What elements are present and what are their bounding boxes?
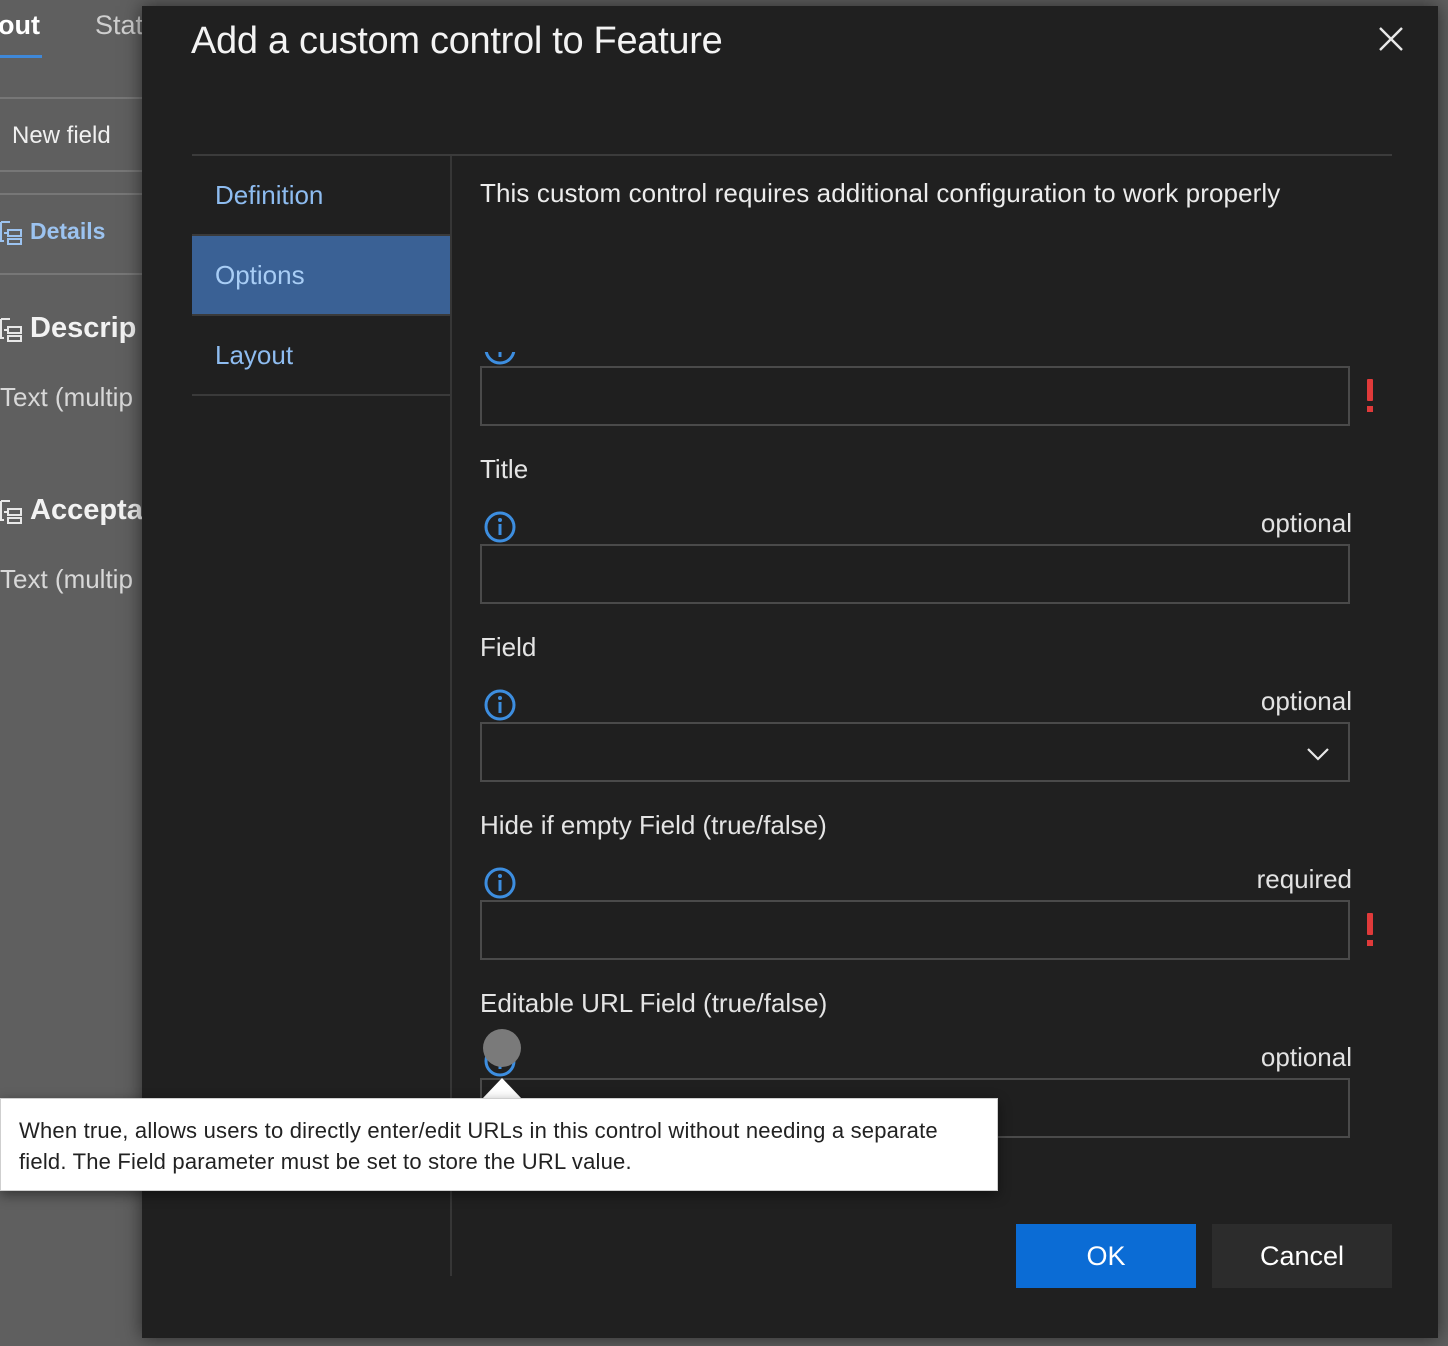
status-optional: optional (1260, 1042, 1352, 1072)
field-group-icon (0, 317, 22, 342)
tab-options[interactable]: Options (192, 236, 450, 316)
config-message: This custom control requires additional … (480, 178, 1281, 208)
bg-details-label: Details (30, 218, 106, 244)
text-input[interactable] (480, 366, 1350, 426)
cancel-button[interactable]: Cancel (1212, 1224, 1392, 1288)
info-tooltip: When true, allows users to directly ente… (0, 1098, 998, 1191)
bg-field-type: Text (multip (0, 564, 133, 594)
tooltip-arrow (482, 1078, 522, 1099)
tab-definition[interactable]: Definition (192, 156, 450, 236)
status-required: required (1256, 864, 1352, 894)
options-scroll-area[interactable]: Title optional Field optional Hide if em… (480, 352, 1400, 1216)
field-group-icon (0, 499, 22, 524)
error-icon (1367, 379, 1373, 412)
field-group-icon (0, 220, 22, 245)
info-icon[interactable] (483, 352, 517, 366)
title-input[interactable] (480, 544, 1350, 604)
hide-if-empty-input[interactable] (480, 900, 1350, 960)
options-panel: This custom control requires additional … (480, 156, 1400, 1216)
info-icon[interactable] (483, 866, 517, 900)
bg-field-type: Text (multip (0, 382, 133, 412)
bg-group-acceptance[interactable]: Accepta (0, 494, 143, 527)
field-dropdown[interactable] (480, 722, 1350, 782)
error-icon (1367, 913, 1373, 946)
bg-section-title: Accepta (30, 494, 143, 526)
bg-divider (0, 193, 142, 195)
dialog-nav: Definition Options Layout (192, 156, 450, 396)
chevron-down-icon (1307, 748, 1329, 761)
bg-divider (0, 170, 142, 172)
status-optional: optional (1260, 686, 1352, 716)
bg-section-title: Descrip (30, 312, 137, 344)
bg-group-description[interactable]: Descrip (0, 312, 136, 345)
ok-button[interactable]: OK (1016, 1224, 1196, 1288)
field-label-editable-url: Editable URL Field (true/false) (480, 988, 828, 1018)
bg-tab-states[interactable]: Stat (95, 10, 143, 41)
info-icon[interactable] (483, 510, 517, 544)
hover-cursor-indicator (483, 1029, 521, 1067)
bg-group-details[interactable]: Details (0, 218, 105, 245)
bg-divider (0, 273, 142, 275)
dialog-title: Add a custom control to Feature (191, 20, 723, 62)
tab-layout[interactable]: Layout (192, 316, 450, 396)
status-optional: optional (1260, 508, 1352, 538)
close-icon[interactable] (1374, 22, 1408, 56)
bg-tab-layout[interactable]: out (0, 10, 40, 41)
bg-tab-underline (0, 55, 42, 58)
info-icon[interactable] (483, 688, 517, 722)
bg-divider (0, 97, 142, 99)
field-label-title: Title (480, 454, 529, 484)
field-label-field: Field (480, 632, 537, 662)
bg-new-field-button[interactable]: New field (12, 122, 111, 150)
field-label-hide-if-empty: Hide if empty Field (true/false) (480, 810, 827, 840)
